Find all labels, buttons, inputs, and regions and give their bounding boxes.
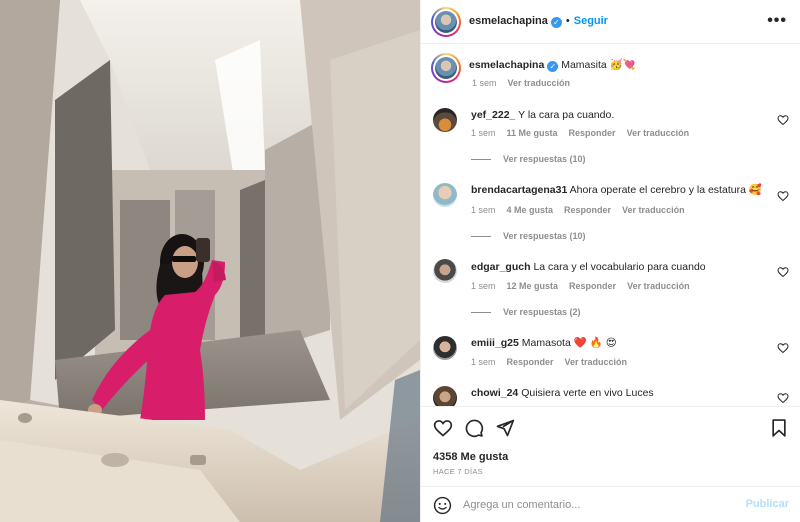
comment-time: 1 sem: [471, 281, 496, 291]
author-avatar[interactable]: [431, 7, 461, 37]
comment-text-line: chowi_24 Quisiera verte en vivo Luces: [471, 386, 767, 400]
caption-avatar[interactable]: [431, 53, 461, 83]
comment-meta: 1 sem 4 Me gusta Responder Ver traducción: [471, 205, 696, 215]
heart-outline-icon[interactable]: [777, 190, 789, 202]
commenter-avatar[interactable]: [433, 336, 457, 360]
comment-username[interactable]: emiii_g25: [471, 337, 519, 349]
smiley-icon[interactable]: [433, 496, 452, 515]
caption-time: 1 sem: [472, 78, 497, 88]
comment-username[interactable]: brendacartagena31: [471, 184, 567, 196]
more-options-icon[interactable]: •••: [767, 13, 787, 29]
heart-outline-icon[interactable]: [777, 342, 789, 354]
comment-text-line: brendacartagena31 Ahora operate el cereb…: [471, 183, 767, 197]
comment-username[interactable]: edgar_guch: [471, 261, 531, 273]
caption-translate-link[interactable]: Ver traducción: [508, 78, 571, 88]
replies-line: [471, 312, 491, 314]
comment-text: Quisiera verte en vivo Luces: [521, 387, 654, 399]
comment-time: 1 sem: [471, 357, 496, 367]
caption-meta: 1 sem Ver traducción: [472, 78, 581, 88]
heart-outline-icon[interactable]: [777, 114, 789, 126]
paper-plane-icon[interactable]: [495, 418, 515, 438]
reply-button[interactable]: Responder: [507, 357, 554, 367]
commenter-avatar[interactable]: [433, 108, 457, 132]
comments-list[interactable]: esmelachapina ✓ Mamasita 🥳💘 1 sem Ver trad…: [421, 44, 800, 406]
add-comment-bar: Publicar: [421, 486, 800, 522]
replies-label: Ver respuestas (10): [503, 154, 586, 164]
verified-badge-icon: ✓: [547, 61, 559, 72]
comment-likes[interactable]: 4 Me gusta: [507, 205, 554, 215]
commenter-avatar[interactable]: [433, 259, 457, 283]
translate-link[interactable]: Ver traducción: [622, 205, 685, 215]
comment-input[interactable]: [463, 495, 733, 515]
caption-username[interactable]: esmelachapina: [469, 59, 544, 71]
bookmark-icon[interactable]: [769, 418, 789, 438]
separator-dot: •: [565, 15, 570, 27]
caption-text: Mamasita 🥳💘: [561, 59, 636, 71]
view-replies-button[interactable]: Ver respuestas (10): [471, 231, 586, 241]
comment-meta: 1 sem 12 Me gusta Responder Ver traducción: [471, 281, 701, 291]
reply-button[interactable]: Responder: [569, 281, 616, 291]
mirror-selfie-image: [0, 0, 420, 522]
post-comment-button[interactable]: Publicar: [746, 498, 789, 510]
comment-username[interactable]: yef_222_: [471, 109, 515, 121]
reply-button[interactable]: Responder: [564, 205, 611, 215]
caption-text-line: esmelachapina ✓ Mamasita 🥳💘: [469, 58, 767, 72]
comment-text: Ahora operate el cerebro y la estatura 🥰: [569, 184, 762, 196]
post-details-panel: esmelachapina ✓ • Seguir ••• esmelachapina ✓…: [420, 0, 800, 522]
comment-text-line: edgar_guch La cara y el vocabulario para…: [471, 260, 767, 274]
replies-label: Ver respuestas (10): [503, 231, 586, 241]
commenter-avatar[interactable]: [433, 183, 457, 207]
comment-text-line: yef_222_ Y la cara pa cuando.: [471, 108, 767, 122]
comment-likes[interactable]: 11 Me gusta: [507, 128, 558, 138]
speech-bubble-icon[interactable]: [464, 418, 484, 438]
view-replies-button[interactable]: Ver respuestas (2): [471, 307, 581, 317]
comment-text: Mamasota ❤️ 🔥 😍: [521, 337, 617, 349]
likes-count[interactable]: 4358 Me gusta: [433, 451, 508, 463]
comment-username[interactable]: chowi_24: [471, 387, 518, 399]
post-header: esmelachapina ✓ • Seguir •••: [421, 0, 800, 44]
comment-meta: 1 sem 11 Me gusta Responder Ver traducción: [471, 128, 700, 138]
heart-outline-icon[interactable]: [777, 392, 789, 404]
replies-line: [471, 159, 491, 161]
post-date[interactable]: HACE 7 DÍAS: [433, 467, 483, 476]
heart-outline-icon[interactable]: [777, 266, 789, 278]
comment-likes[interactable]: 12 Me gusta: [507, 281, 559, 291]
author-line: esmelachapina ✓ • Seguir: [469, 15, 608, 28]
verified-badge-icon: ✓: [550, 17, 562, 28]
comment-meta: 1 sem Responder Ver traducción: [471, 357, 638, 367]
commenter-avatar[interactable]: [433, 386, 457, 406]
author-username[interactable]: esmelachapina: [469, 15, 548, 27]
comment-text-line: emiii_g25 Mamasota ❤️ 🔥 😍: [471, 336, 767, 350]
follow-button[interactable]: Seguir: [574, 15, 608, 27]
comment-text: Y la cara pa cuando.: [518, 109, 615, 121]
replies-line: [471, 236, 491, 238]
comment-time: 1 sem: [471, 128, 496, 138]
view-replies-button[interactable]: Ver respuestas (10): [471, 154, 586, 164]
translate-link[interactable]: Ver traducción: [627, 128, 690, 138]
translate-link[interactable]: Ver traducción: [565, 357, 628, 367]
comment-time: 1 sem: [471, 205, 496, 215]
post-photo[interactable]: [0, 0, 420, 522]
heart-outline-icon[interactable]: [433, 418, 453, 438]
post-actions: 4358 Me gusta HACE 7 DÍAS Publicar: [421, 406, 800, 522]
replies-label: Ver respuestas (2): [503, 307, 581, 317]
instagram-post-modal: esmelachapina ✓ • Seguir ••• esmelachapina ✓…: [0, 0, 800, 522]
translate-link[interactable]: Ver traducción: [627, 281, 690, 291]
comment-text: La cara y el vocabulario para cuando: [533, 261, 706, 273]
reply-button[interactable]: Responder: [569, 128, 616, 138]
